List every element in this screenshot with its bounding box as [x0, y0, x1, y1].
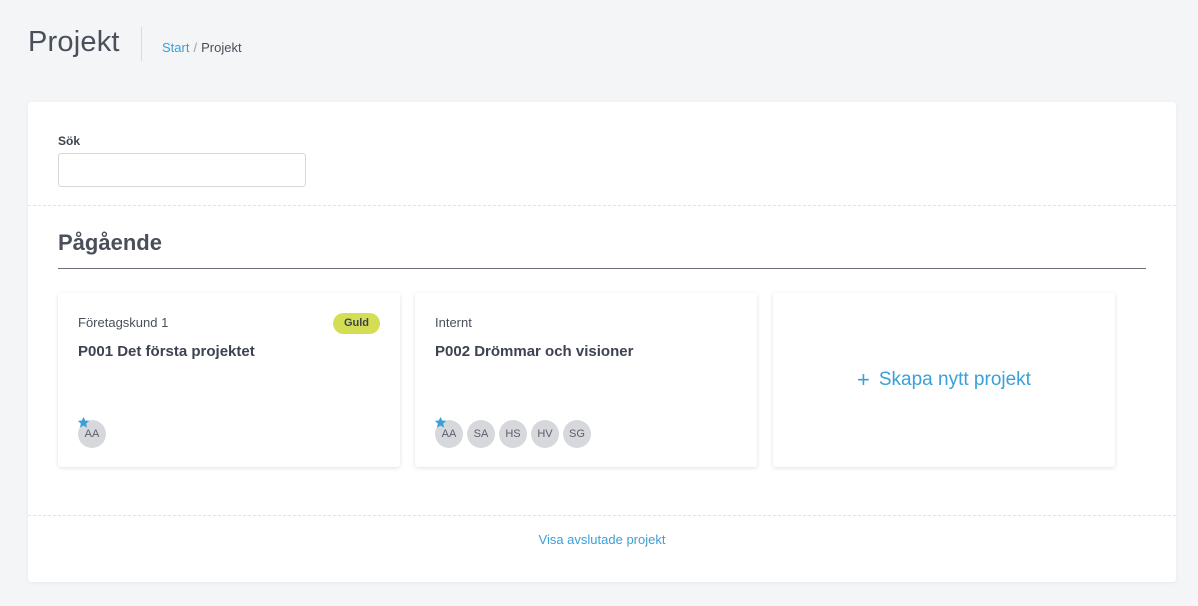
star-icon: [434, 416, 447, 428]
section-rule: [58, 268, 1146, 269]
project-title[interactable]: P002 Drömmar och visioner: [435, 343, 633, 360]
search-label: Sök: [58, 134, 81, 148]
create-project-card[interactable]: + Skapa nytt projekt: [773, 293, 1115, 467]
avatar[interactable]: HV: [531, 420, 559, 448]
create-project-label: Skapa nytt projekt: [878, 369, 1031, 390]
header-divider: [141, 27, 142, 61]
project-card-p001[interactable]: Företagskund 1 Guld P001 Det första proj…: [58, 293, 400, 467]
project-client: Företagskund 1: [78, 315, 169, 330]
breadcrumb-current: Projekt: [201, 40, 242, 55]
breadcrumb-separator: /: [193, 40, 198, 55]
create-project-button[interactable]: + Skapa nytt projekt: [857, 369, 1031, 391]
section-title-ongoing: Pågående: [58, 230, 162, 255]
project-client: Internt: [435, 315, 472, 330]
plus-icon: +: [857, 367, 870, 392]
avatar[interactable]: HS: [499, 420, 527, 448]
project-title[interactable]: P001 Det första projektet: [78, 343, 255, 360]
projects-panel: Sök Pågående Företagskund 1 Guld P001 De…: [28, 102, 1176, 582]
avatar[interactable]: SA: [467, 420, 495, 448]
breadcrumb-start-link[interactable]: Start: [162, 40, 189, 55]
status-badge: Guld: [332, 313, 380, 334]
show-finished-projects-link[interactable]: Visa avslutade projekt: [28, 532, 1176, 547]
project-card-p002[interactable]: Internt P002 Drömmar och visioner AA SA …: [415, 293, 757, 467]
star-icon: [77, 416, 90, 428]
page-title: Projekt: [28, 26, 120, 58]
footer-divider: [28, 515, 1176, 516]
search-divider: [28, 205, 1176, 206]
search-input[interactable]: [58, 153, 306, 187]
avatar[interactable]: SG: [563, 420, 591, 448]
page-header: Projekt Start / Projekt: [0, 0, 1198, 90]
breadcrumb: Start / Projekt: [162, 40, 242, 55]
